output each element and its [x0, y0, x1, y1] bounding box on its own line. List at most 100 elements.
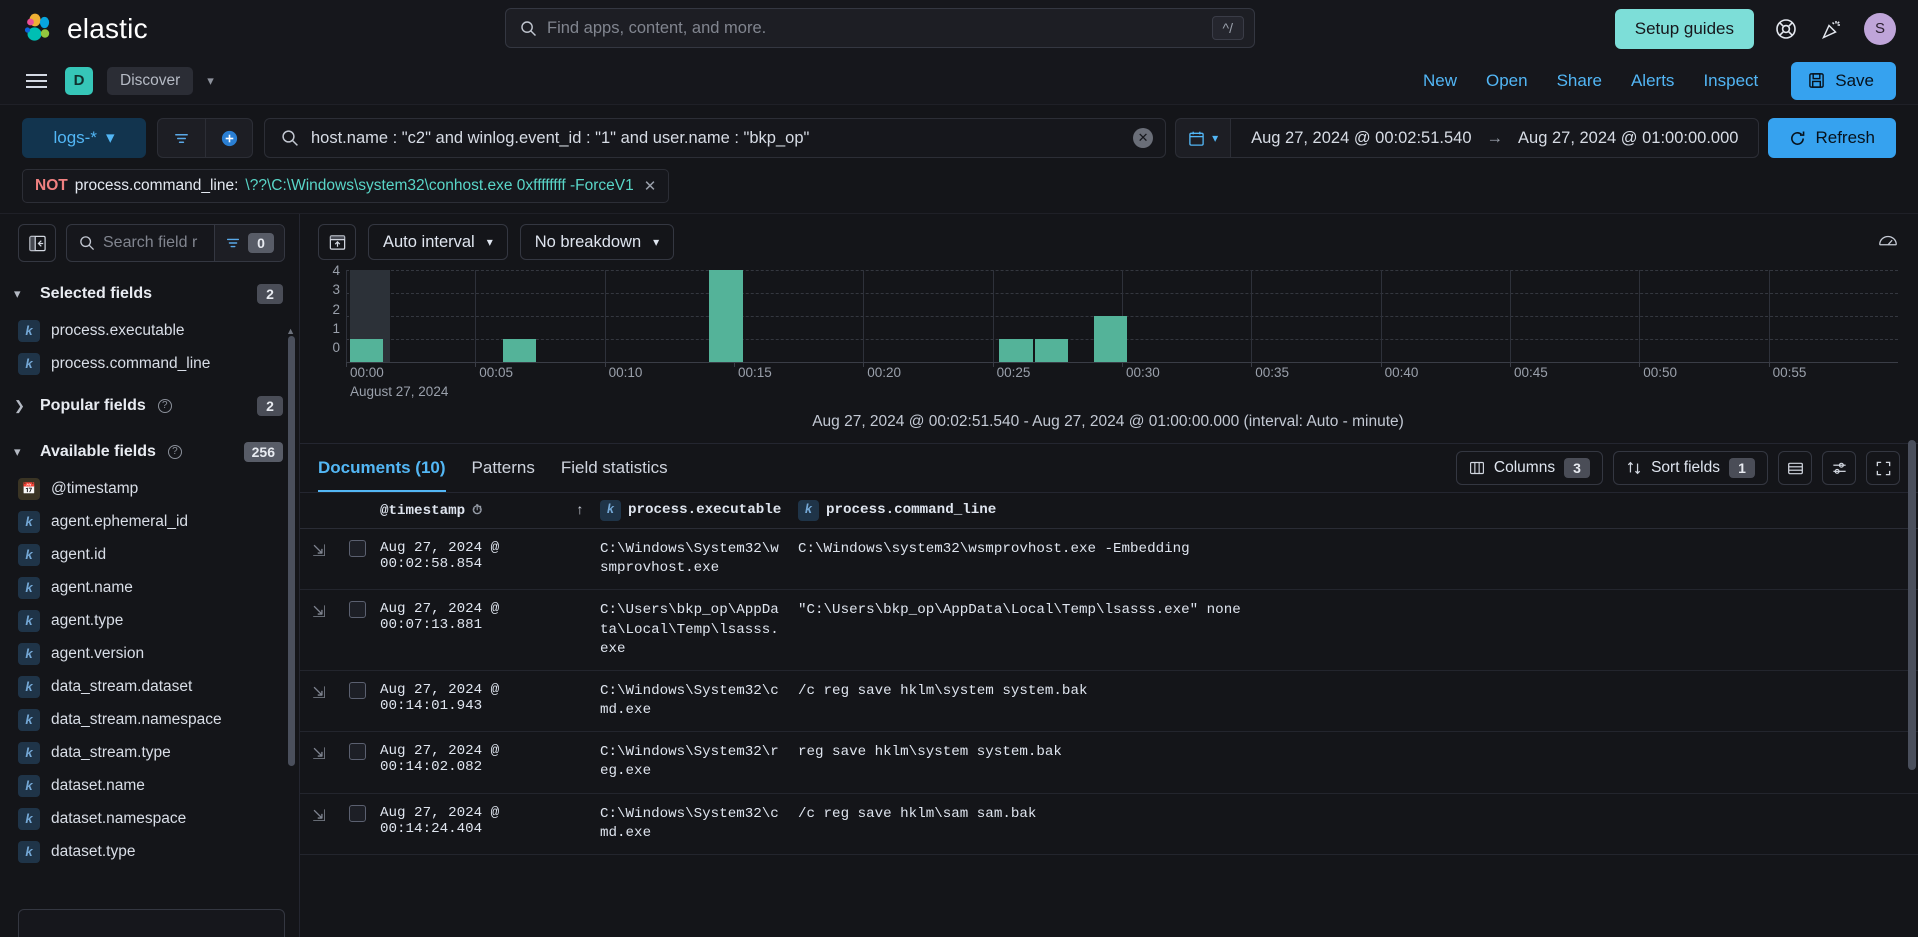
- tab-patterns[interactable]: Patterns: [472, 444, 535, 492]
- setup-guides-button[interactable]: Setup guides: [1614, 8, 1754, 49]
- announcements-party-icon[interactable]: [1818, 15, 1846, 43]
- user-avatar[interactable]: S: [1864, 12, 1896, 45]
- table-row[interactable]: ⇲ Aug 27, 2024 @ 00:14:02.082 C:\Windows…: [300, 732, 1918, 794]
- global-search-input[interactable]: Find apps, content, and more. ^/: [505, 8, 1255, 48]
- group-popular-fields[interactable]: ❯ Popular fields ? 2: [0, 386, 299, 426]
- histogram-bar[interactable]: [1035, 339, 1069, 362]
- expand-row-icon[interactable]: ⇲: [300, 529, 338, 589]
- field-item-agent-id[interactable]: k agent.id: [0, 538, 299, 571]
- table-row[interactable]: ⇲ Aug 27, 2024 @ 00:02:58.854 C:\Windows…: [300, 529, 1918, 591]
- histogram-bar[interactable]: [999, 339, 1033, 362]
- chart-toolbar: Auto interval ▾ No breakdown ▾: [300, 214, 1918, 266]
- group-selected-fields[interactable]: ▾ Selected fields 2: [0, 274, 299, 314]
- header-timestamp[interactable]: @timestamp ⏱ ↑: [376, 503, 592, 519]
- help-icon[interactable]: ?: [157, 399, 172, 413]
- breadcrumb-discover[interactable]: Discover: [107, 66, 194, 95]
- sidebar-footer-panel[interactable]: [18, 909, 285, 937]
- save-button[interactable]: Save: [1791, 61, 1896, 100]
- time-start[interactable]: Aug 27, 2024 @ 00:02:51.540: [1251, 129, 1471, 148]
- fullscreen-icon[interactable]: [1866, 451, 1900, 485]
- histogram-chart[interactable]: 4 3 2 1 0 00:00 00:05 00:10 00:15 00:20 …: [300, 263, 1918, 431]
- expand-row-icon[interactable]: ⇲: [300, 732, 338, 792]
- remove-filter-icon[interactable]: ✕: [644, 177, 657, 195]
- field-type-filter-button[interactable]: 0: [214, 225, 284, 261]
- table-row[interactable]: ⇲ Aug 27, 2024 @ 00:14:01.943 C:\Windows…: [300, 671, 1918, 733]
- field-item-dataset-namespace[interactable]: k dataset.namespace: [0, 802, 299, 835]
- field-item-dataset-name[interactable]: k dataset.name: [0, 769, 299, 802]
- display-options-icon[interactable]: [1822, 451, 1856, 485]
- filter-pill-command-line[interactable]: NOT process.command_line: \??\C:\Windows…: [22, 169, 670, 203]
- field-item-agent-name[interactable]: k agent.name: [0, 571, 299, 604]
- filter-options-button[interactable]: [157, 118, 205, 158]
- time-end[interactable]: Aug 27, 2024 @ 01:00:00.000: [1518, 129, 1738, 148]
- row-checkbox[interactable]: [348, 804, 366, 822]
- open-button[interactable]: Open: [1486, 71, 1528, 91]
- columns-button[interactable]: Columns 3: [1455, 451, 1604, 485]
- gridline-v: [475, 270, 477, 362]
- main-scrollbar[interactable]: [1908, 440, 1916, 770]
- field-search-input[interactable]: Search field r 0: [66, 224, 285, 262]
- row-checkbox[interactable]: [348, 540, 366, 557]
- clear-query-icon[interactable]: ✕: [1133, 128, 1154, 148]
- histogram-bar[interactable]: [709, 270, 743, 362]
- field-item-agent-version[interactable]: k agent.version: [0, 637, 299, 670]
- header-process-command-line[interactable]: k process.command_line: [790, 500, 1918, 521]
- tab-field-statistics[interactable]: Field statistics: [561, 444, 668, 492]
- chart-hide-icon[interactable]: [1874, 228, 1902, 256]
- field-item-data-stream-type[interactable]: k data_stream.type: [0, 736, 299, 769]
- row-checkbox-cell[interactable]: [338, 671, 376, 731]
- row-checkbox[interactable]: [348, 601, 366, 619]
- kql-query-input[interactable]: host.name : "c2" and winlog.event_id : "…: [264, 118, 1167, 158]
- row-checkbox[interactable]: [348, 681, 366, 699]
- row-checkbox[interactable]: [348, 743, 366, 761]
- field-item-data-stream-dataset[interactable]: k data_stream.dataset: [0, 670, 299, 703]
- help-lifering-icon[interactable]: [1772, 15, 1800, 43]
- group-available-fields[interactable]: ▾ Available fields ? 256: [0, 432, 299, 472]
- sort-ascending-icon[interactable]: ↑: [576, 503, 584, 519]
- row-height-icon[interactable]: [1778, 451, 1812, 485]
- field-item-agent-ephemeral-id[interactable]: k agent.ephemeral_id: [0, 505, 299, 538]
- table-row[interactable]: ⇲ Aug 27, 2024 @ 00:07:13.881 C:\Users\b…: [300, 590, 1918, 671]
- expand-row-icon[interactable]: ⇲: [300, 590, 338, 670]
- field-item-process-command-line[interactable]: k process.command_line: [0, 347, 299, 380]
- add-filter-button[interactable]: [205, 118, 253, 158]
- inspect-button[interactable]: Inspect: [1703, 71, 1758, 91]
- data-view-selector[interactable]: logs-* ▾: [22, 118, 146, 158]
- sort-fields-button[interactable]: Sort fields 1: [1613, 451, 1768, 485]
- field-item-agent-type[interactable]: k agent.type: [0, 604, 299, 637]
- time-range-display[interactable]: Aug 27, 2024 @ 00:02:51.540 → Aug 27, 20…: [1230, 118, 1760, 158]
- chevron-down-icon[interactable]: ▾: [207, 73, 214, 89]
- field-item-data-stream-namespace[interactable]: k data_stream.namespace: [0, 703, 299, 736]
- interval-selector[interactable]: Auto interval ▾: [368, 224, 508, 260]
- field-item-dataset-type[interactable]: k dataset.type: [0, 835, 299, 868]
- histogram-bar[interactable]: [1094, 316, 1128, 362]
- refresh-icon: [1789, 130, 1806, 147]
- tab-documents[interactable]: Documents (10): [318, 444, 446, 492]
- elastic-logo[interactable]: elastic: [22, 12, 148, 46]
- menu-hamburger-icon[interactable]: [22, 70, 51, 92]
- histogram-bar[interactable]: [349, 339, 384, 362]
- sidebar-scrollbar[interactable]: [288, 336, 295, 766]
- header-process-executable[interactable]: k process.executable: [592, 500, 790, 521]
- row-checkbox-cell[interactable]: [338, 590, 376, 670]
- expand-row-icon[interactable]: ⇲: [300, 794, 338, 854]
- new-button[interactable]: New: [1423, 71, 1457, 91]
- date-quick-select-button[interactable]: ▾: [1175, 118, 1231, 158]
- table-row[interactable]: ⇲ Aug 27, 2024 @ 00:14:24.404 C:\Windows…: [300, 794, 1918, 855]
- row-checkbox-cell[interactable]: [338, 732, 376, 792]
- field-item-timestamp[interactable]: 📅 @timestamp: [0, 472, 299, 505]
- field-item-process-executable[interactable]: k process.executable: [0, 314, 299, 347]
- histogram-bar[interactable]: [502, 339, 537, 362]
- breakdown-selector[interactable]: No breakdown ▾: [519, 224, 675, 260]
- expand-row-icon[interactable]: ⇲: [300, 671, 338, 731]
- chart-options-icon[interactable]: [318, 224, 356, 260]
- scroll-up-arrow-icon[interactable]: ▲: [286, 326, 295, 336]
- help-icon[interactable]: ?: [167, 445, 182, 459]
- share-button[interactable]: Share: [1557, 71, 1602, 91]
- row-checkbox-cell[interactable]: [338, 794, 376, 854]
- alerts-button[interactable]: Alerts: [1631, 71, 1674, 91]
- collapse-sidebar-icon[interactable]: [18, 224, 56, 262]
- y-tick: 2: [332, 301, 340, 317]
- refresh-button[interactable]: Refresh: [1768, 118, 1896, 158]
- row-checkbox-cell[interactable]: [338, 529, 376, 589]
